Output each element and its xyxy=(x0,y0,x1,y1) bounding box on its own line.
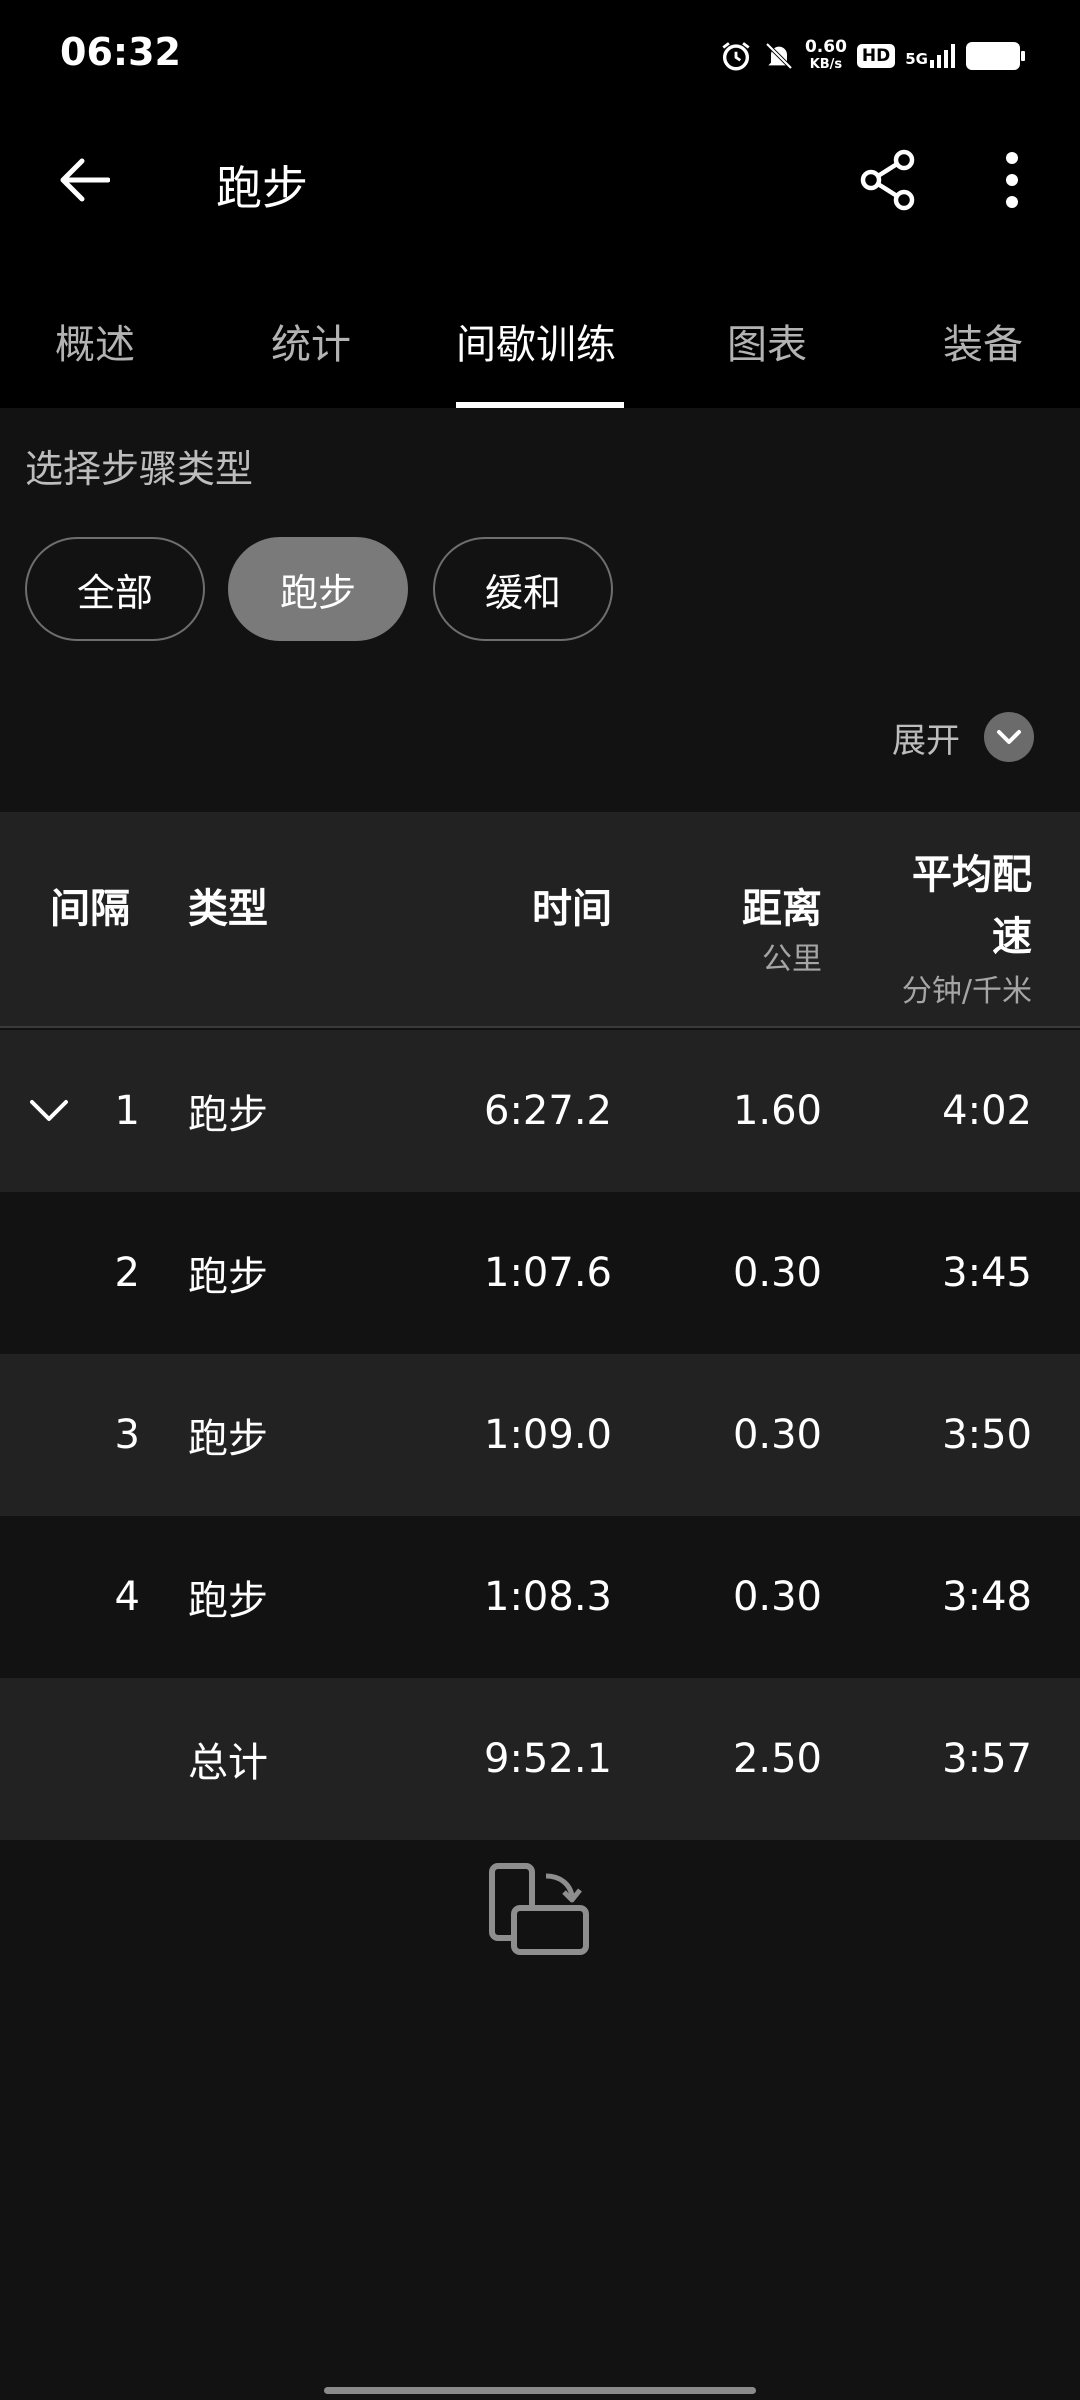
step-type-label: 选择步骤类型 xyxy=(25,447,254,491)
row-interval: 4 xyxy=(114,1574,140,1620)
header-time: 时间 xyxy=(532,886,612,932)
header-type: 类型 xyxy=(188,886,268,932)
collapse-chevron-icon[interactable] xyxy=(28,1030,70,1192)
chip-all[interactable]: 全部 xyxy=(25,537,205,641)
tab-bar: 概述 统计 间歇训练 图表 装备 xyxy=(0,300,1080,408)
expand-button[interactable]: 展开 xyxy=(892,712,1034,762)
status-icons: 0.60 KB/s HD 5G xyxy=(719,34,1025,78)
row-type: 跑步 xyxy=(188,1092,268,1138)
share-icon xyxy=(860,149,915,211)
expand-label: 展开 xyxy=(892,720,960,761)
tab-overview[interactable]: 概述 xyxy=(55,300,135,408)
mute-bell-icon xyxy=(765,42,793,70)
row-type: 跑步 xyxy=(188,1254,268,1300)
row-time: 1:07.6 xyxy=(484,1250,612,1296)
row-time: 1:08.3 xyxy=(484,1574,612,1620)
network-speed: 0.60 KB/s xyxy=(804,37,847,73)
alarm-icon xyxy=(722,42,750,71)
table-row[interactable]: 3 跑步 1:09.0 0.30 3:50 xyxy=(0,1354,1080,1516)
chip-run[interactable]: 跑步 xyxy=(228,537,408,641)
total-row: 总计 9:52.1 2.50 3:57 xyxy=(0,1678,1080,1840)
row-pace: 3:48 xyxy=(942,1574,1032,1620)
total-label: 总计 xyxy=(188,1740,268,1786)
header-distance-unit: 公里 xyxy=(762,942,822,977)
header-pace-line2: 速 xyxy=(992,914,1032,960)
more-vertical-icon xyxy=(1006,152,1018,208)
back-arrow-icon xyxy=(60,158,110,202)
rotate-screen-icon xyxy=(489,1863,589,1955)
share-button[interactable] xyxy=(848,140,928,220)
table-row[interactable]: 4 跑步 1:08.3 0.30 3:48 xyxy=(0,1516,1080,1678)
row-type: 跑步 xyxy=(188,1578,268,1624)
table-header: 间隔 类型 时间 距离 公里 平均配 速 分钟/千米 xyxy=(0,812,1080,1028)
table-row[interactable]: 2 跑步 1:07.6 0.30 3:45 xyxy=(0,1192,1080,1354)
app-bar: 跑步 xyxy=(0,110,1080,300)
header-pace-unit: 分钟/千米 xyxy=(901,974,1032,1009)
row-interval: 2 xyxy=(114,1250,140,1296)
home-indicator[interactable] xyxy=(324,2387,756,2394)
signal-icon xyxy=(930,44,955,68)
table-row[interactable]: 1 跑步 6:27.2 1.60 4:02 xyxy=(0,1030,1080,1192)
back-button[interactable] xyxy=(44,140,124,220)
tab-charts[interactable]: 图表 xyxy=(727,300,807,408)
tab-intervals[interactable]: 间歇训练 xyxy=(456,300,616,408)
row-interval: 3 xyxy=(114,1412,140,1458)
tab-gear[interactable]: 装备 xyxy=(943,300,1023,408)
total-distance: 2.50 xyxy=(732,1736,822,1782)
total-pace: 3:57 xyxy=(942,1736,1032,1782)
rotate-screen-button[interactable] xyxy=(488,1862,592,1958)
total-time: 9:52.1 xyxy=(484,1736,612,1782)
row-distance: 0.30 xyxy=(732,1574,822,1620)
row-interval: 1 xyxy=(114,1088,140,1134)
row-pace: 4:02 xyxy=(942,1088,1032,1134)
header-pace-line1: 平均配 xyxy=(912,852,1032,898)
row-distance: 0.30 xyxy=(732,1412,822,1458)
active-tab-indicator xyxy=(456,402,624,408)
row-time: 6:27.2 xyxy=(484,1088,612,1134)
chip-cooldown[interactable]: 缓和 xyxy=(433,537,613,641)
chevron-down-icon xyxy=(984,712,1034,762)
status-time: 06:32 xyxy=(60,30,181,74)
row-type: 跑步 xyxy=(188,1416,268,1462)
header-distance: 距离 xyxy=(742,886,822,932)
header-interval: 间隔 xyxy=(50,886,130,932)
hd-badge: HD xyxy=(856,44,896,68)
row-time: 1:09.0 xyxy=(484,1412,612,1458)
status-bar: 06:32 0.60 KB/s HD 5G xyxy=(0,0,1080,110)
page-title: 跑步 xyxy=(216,161,308,215)
battery-icon xyxy=(966,42,1025,70)
row-pace: 3:45 xyxy=(942,1250,1032,1296)
signal-indicator: 5G xyxy=(905,44,956,68)
row-distance: 1.60 xyxy=(732,1088,822,1134)
more-options-button[interactable] xyxy=(972,140,1052,220)
tab-stats[interactable]: 统计 xyxy=(271,300,351,408)
row-distance: 0.30 xyxy=(732,1250,822,1296)
row-pace: 3:50 xyxy=(942,1412,1032,1458)
